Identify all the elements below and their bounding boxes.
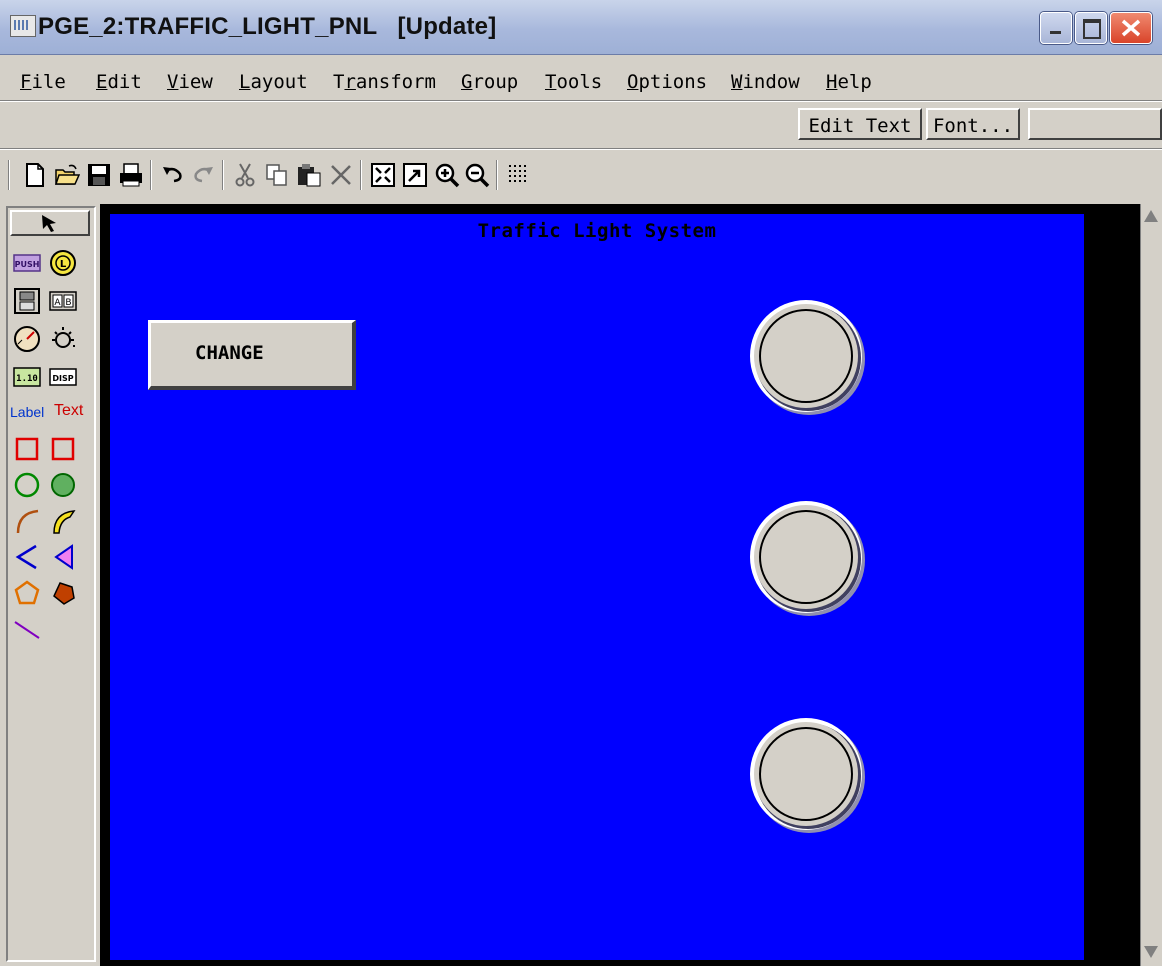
zoom-in-icon[interactable] <box>434 162 460 188</box>
menu-options[interactable]: Options <box>627 71 707 93</box>
copy-icon[interactable] <box>264 162 290 188</box>
traffic-lamp-middle[interactable] <box>746 497 866 617</box>
tool-palette: PUSH L AB 1.10 DISP Label Text <box>6 206 96 962</box>
grid-icon[interactable] <box>506 162 532 188</box>
change-button[interactable]: CHANGE <box>148 320 356 390</box>
open-folder-icon[interactable] <box>54 162 80 188</box>
print-icon[interactable] <box>118 162 144 188</box>
zoom-area-icon[interactable] <box>402 162 428 188</box>
zoom-fit-icon[interactable] <box>370 162 396 188</box>
numeric-entry-tool-icon[interactable]: 1.10 <box>12 362 42 392</box>
edit-text-button[interactable]: Edit Text <box>798 108 922 140</box>
canvas-area: Traffic Light System CHANGE <box>100 204 1162 966</box>
arrow-pointer-icon <box>42 215 56 232</box>
circle-tool-icon[interactable] <box>12 470 42 500</box>
push-button-tool-icon[interactable]: PUSH <box>12 248 42 278</box>
window-title: PGE_2:TRAFFIC_LIGHT_PNL [Update] <box>38 13 497 40</box>
panel-canvas[interactable]: Traffic Light System CHANGE <box>110 214 1084 960</box>
menu-layout[interactable]: Layout <box>239 71 308 93</box>
filled-arc-tool-icon[interactable] <box>48 506 78 536</box>
app-icon <box>10 15 36 37</box>
indicator-light-tool-icon[interactable] <box>48 324 78 354</box>
svg-text:DISP: DISP <box>52 374 73 383</box>
menu-help[interactable]: Help <box>826 71 872 93</box>
toolbar <box>0 150 1162 200</box>
select-tool[interactable] <box>10 210 90 236</box>
menu-edit[interactable]: Edit <box>96 71 142 93</box>
filled-circle-tool-icon[interactable] <box>48 470 78 500</box>
lamp-tool-icon[interactable]: L <box>48 248 78 278</box>
filled-polygon-tool-icon[interactable] <box>48 578 78 608</box>
menu-transform[interactable]: Transform <box>333 71 436 93</box>
title-bar: PGE_2:TRAFFIC_LIGHT_PNL [Update] <box>0 0 1162 55</box>
close-icon <box>1121 19 1141 37</box>
redo-icon[interactable] <box>190 162 216 188</box>
menu-bar: File Edit View Layout Transform Group To… <box>0 56 1162 100</box>
filled-wedge-tool-icon[interactable] <box>48 542 78 572</box>
close-button[interactable] <box>1110 12 1152 44</box>
rectangle-tool-icon[interactable] <box>12 434 42 464</box>
display-tool-icon[interactable]: DISP <box>48 362 78 392</box>
svg-text:PUSH: PUSH <box>15 260 40 269</box>
arc-tool-icon[interactable] <box>12 506 42 536</box>
cut-icon[interactable] <box>232 162 258 188</box>
menu-window[interactable]: Window <box>731 71 800 93</box>
svg-text:A: A <box>54 298 61 308</box>
toolbar-separator <box>150 160 152 190</box>
toolbar-separator <box>222 160 224 190</box>
zoom-out-icon[interactable] <box>464 162 490 188</box>
menu-tools[interactable]: Tools <box>545 71 602 93</box>
font-button[interactable]: Font... <box>926 108 1020 140</box>
filled-rectangle-tool-icon[interactable] <box>48 434 78 464</box>
undo-icon[interactable] <box>160 162 186 188</box>
menu-view[interactable]: View <box>167 71 213 93</box>
new-file-icon[interactable] <box>22 162 48 188</box>
paste-icon[interactable] <box>296 162 322 188</box>
maximize-button[interactable] <box>1075 12 1107 44</box>
delete-icon[interactable] <box>328 162 354 188</box>
traffic-lamp-bottom[interactable] <box>746 714 866 834</box>
text-tools-bar: Edit Text Font... <box>0 102 1162 148</box>
panel-title: Traffic Light System <box>477 220 717 242</box>
label-tool[interactable]: Label <box>10 404 44 420</box>
vertical-scrollbar[interactable] <box>1140 204 1162 966</box>
scroll-down-icon[interactable] <box>1144 946 1158 958</box>
text-field[interactable] <box>1028 108 1162 140</box>
toolbar-separator <box>360 160 362 190</box>
traffic-lamp-top[interactable] <box>746 296 866 416</box>
minimize-button[interactable] <box>1040 12 1072 44</box>
ab-selector-tool-icon[interactable]: AB <box>48 286 78 316</box>
toolbar-separator <box>496 160 498 190</box>
toolbar-separator <box>8 160 10 190</box>
switch-tool-icon[interactable] <box>12 286 42 316</box>
wedge-tool-icon[interactable] <box>12 542 42 572</box>
svg-text:L: L <box>60 259 67 270</box>
line-tool-icon[interactable] <box>12 614 42 644</box>
text-tool[interactable]: Text <box>54 402 83 420</box>
menu-group[interactable]: Group <box>461 71 518 93</box>
save-icon[interactable] <box>86 162 112 188</box>
menu-file[interactable]: File <box>20 71 66 93</box>
change-button-label: CHANGE <box>195 342 264 364</box>
polygon-tool-icon[interactable] <box>12 578 42 608</box>
svg-text:1.10: 1.10 <box>16 374 38 384</box>
svg-text:B: B <box>65 298 71 308</box>
meter-tool-icon[interactable] <box>12 324 42 354</box>
scroll-up-icon[interactable] <box>1144 210 1158 222</box>
